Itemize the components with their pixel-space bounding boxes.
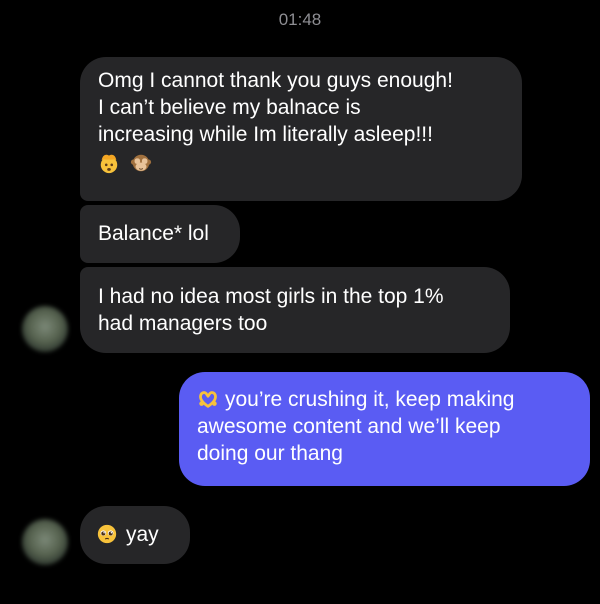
message-bubble-outgoing[interactable]: you’re crushing it, keep making awesome … (179, 372, 590, 486)
message-bubble-incoming[interactable]: I had no idea most girls in the top 1% h… (80, 267, 510, 353)
message-text-line: yay (96, 521, 174, 548)
pleading-face-emoji (97, 524, 117, 544)
sender-avatar[interactable] (22, 519, 68, 565)
emoji-row (98, 150, 504, 177)
message-text-line: you’re crushing it, keep making (197, 386, 572, 413)
message-bubble-incoming[interactable]: yay (80, 506, 190, 564)
message-text-line-content: yay (126, 523, 159, 546)
exploding-head-emoji (100, 154, 118, 174)
message-text-line: had managers too (98, 312, 268, 335)
message-timestamp: 01:48 (278, 10, 322, 29)
message-text-line-content: you’re crushing it, keep making (225, 388, 515, 411)
sender-avatar[interactable] (22, 306, 68, 352)
message-bubble-incoming[interactable]: Omg I cannot thank you guys enough! I ca… (80, 57, 522, 201)
message-text-line: doing our thang (197, 442, 343, 465)
message-text: Balance* lol (98, 222, 209, 245)
message-text-line: I can’t believe my balnace is (98, 96, 361, 119)
message-text-line: I had no idea most girls in the top 1% (98, 285, 444, 308)
message-text-line: increasing while Im literally asleep!!! (98, 123, 433, 146)
message-text-line: awesome content and we’ll keep (197, 415, 501, 438)
message-bubble-incoming[interactable]: Balance* lol (80, 205, 240, 263)
message-text-line: Omg I cannot thank you guys enough! (98, 69, 453, 92)
see-no-evil-monkey-emoji (130, 154, 151, 172)
heart-hands-emoji (199, 391, 217, 408)
